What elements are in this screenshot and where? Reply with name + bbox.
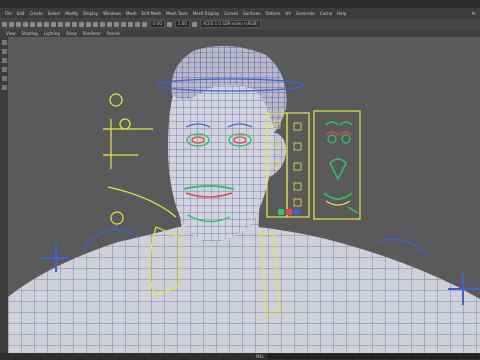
menu-uv[interactable]: UV — [285, 11, 291, 16]
command-line-field[interactable] — [268, 354, 480, 359]
view-transform-field[interactable]: ACES 1.0 SDR-video (sRGB) — [199, 20, 261, 28]
panel-menu-view[interactable]: View — [6, 31, 16, 36]
image-plane-icon[interactable] — [23, 21, 28, 27]
ambient-occlusion-icon[interactable] — [114, 21, 119, 27]
camera-attributes-icon[interactable] — [9, 21, 14, 27]
scale-tool-icon[interactable] — [2, 85, 7, 90]
depth-of-field-icon[interactable] — [135, 21, 140, 27]
panel-menu-bar: View Shading Lighting Show Renderer Pane… — [0, 30, 480, 37]
workspace-label[interactable]: Ar — [472, 11, 476, 16]
wireframe-on-shaded-icon[interactable] — [65, 21, 70, 27]
wireframe-icon[interactable] — [51, 21, 56, 27]
menu-mesh[interactable]: Mesh — [126, 11, 137, 16]
menu-curves[interactable]: Curves — [224, 11, 238, 16]
menu-surfaces[interactable]: Surfaces — [243, 11, 260, 16]
smooth-shade-icon[interactable] — [58, 21, 63, 27]
control-cross[interactable] — [103, 119, 153, 169]
menu-select[interactable]: Select — [48, 11, 60, 16]
menu-modify[interactable]: Modify — [65, 11, 78, 16]
bookmark-icon[interactable] — [16, 21, 21, 27]
control-circle-3[interactable] — [110, 211, 124, 225]
viewport-canvas[interactable] — [8, 37, 480, 353]
exposure-icon[interactable] — [142, 21, 147, 27]
grid-icon[interactable] — [30, 21, 35, 27]
gamma-field[interactable]: 1.00 — [174, 20, 190, 28]
3d-viewport[interactable] — [8, 37, 480, 353]
xray-joints-icon[interactable] — [100, 21, 105, 27]
face-control-panel-right[interactable] — [313, 110, 361, 220]
shadows-icon[interactable] — [86, 21, 91, 27]
menu-create[interactable]: Create — [29, 11, 42, 16]
lasso-tool-icon[interactable] — [2, 49, 7, 54]
resolution-gate-icon[interactable] — [44, 21, 49, 27]
isolate-select-icon[interactable] — [107, 21, 112, 27]
select-tool-icon[interactable] — [2, 40, 7, 45]
panel-menu-lighting[interactable]: Lighting — [44, 31, 60, 36]
xray-icon[interactable] — [93, 21, 98, 27]
textured-icon[interactable] — [72, 21, 77, 27]
move-tool-icon[interactable] — [2, 67, 7, 72]
rotate-tool-icon[interactable] — [2, 76, 7, 81]
menu-mesh-display[interactable]: Mesh Display — [193, 11, 220, 16]
script-language-label[interactable]: MEL — [256, 354, 264, 359]
control-circle-2[interactable] — [119, 118, 131, 130]
gamma-icon[interactable] — [166, 21, 172, 27]
main-menu-bar: File Edit Create Select Modify Display W… — [0, 8, 480, 18]
panel-menu-shading[interactable]: Shading — [22, 31, 38, 36]
menu-edit[interactable]: Edit — [17, 11, 25, 16]
menu-cache[interactable]: Cache — [320, 11, 332, 16]
menu-edit-mesh[interactable]: Edit Mesh — [142, 11, 162, 16]
body-mesh[interactable] — [8, 227, 480, 353]
menu-windows[interactable]: Windows — [103, 11, 121, 16]
panel-menu-show[interactable]: Show — [66, 31, 77, 36]
film-gate-icon[interactable] — [37, 21, 42, 27]
menu-mesh-tools[interactable]: Mesh Tools — [166, 11, 188, 16]
exposure-field[interactable]: 0.00 — [150, 20, 165, 28]
control-circle-1[interactable] — [109, 93, 123, 107]
shoulder-arc-right[interactable] — [377, 238, 429, 258]
motion-blur-icon[interactable] — [121, 21, 126, 27]
menu-file[interactable]: File — [5, 11, 12, 16]
menu-display[interactable]: Display — [83, 11, 98, 16]
menu-generate[interactable]: Generate — [296, 11, 315, 16]
panel-menu-panels[interactable]: Panels — [107, 31, 120, 36]
menu-deform[interactable]: Deform — [265, 11, 280, 16]
panel-menu-renderer[interactable]: Renderer — [83, 31, 101, 36]
title-bar — [0, 0, 480, 8]
paint-select-icon[interactable] — [2, 58, 7, 63]
camera-select-icon[interactable] — [2, 21, 7, 27]
anti-aliasing-icon[interactable] — [128, 21, 133, 27]
status-bar: MEL — [0, 353, 480, 360]
tool-box — [0, 37, 8, 353]
lights-icon[interactable] — [79, 21, 84, 27]
color-management-icon[interactable] — [191, 21, 197, 27]
menu-help[interactable]: Help — [337, 11, 346, 16]
